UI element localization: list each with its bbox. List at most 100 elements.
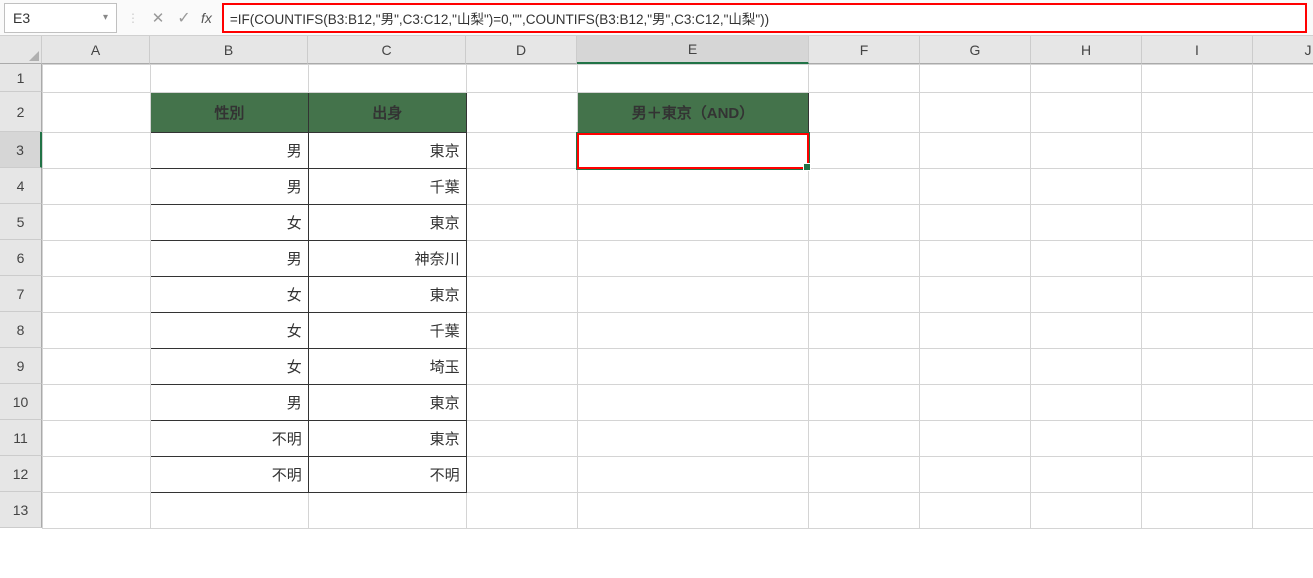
enter-button[interactable]: ✓: [171, 4, 197, 32]
cell[interactable]: [577, 313, 809, 349]
cell[interactable]: [1253, 421, 1313, 457]
cell[interactable]: [1031, 169, 1142, 205]
cell[interactable]: [577, 169, 809, 205]
cell[interactable]: [577, 385, 809, 421]
cell[interactable]: [1031, 65, 1142, 93]
cell[interactable]: [920, 93, 1031, 133]
row-header[interactable]: 11: [0, 420, 42, 456]
col-header[interactable]: C: [308, 36, 466, 64]
cell[interactable]: [809, 65, 920, 93]
cell[interactable]: [466, 493, 577, 529]
cell[interactable]: [43, 205, 151, 241]
cell[interactable]: [43, 241, 151, 277]
name-box[interactable]: E3 ▾: [4, 3, 117, 33]
cell[interactable]: [809, 385, 920, 421]
cell[interactable]: [577, 205, 809, 241]
col-header[interactable]: J: [1253, 36, 1313, 64]
cell[interactable]: [1031, 93, 1142, 133]
col-header[interactable]: A: [42, 36, 150, 64]
cell[interactable]: [1253, 349, 1313, 385]
cell-sex[interactable]: 男: [150, 133, 308, 169]
cell[interactable]: [466, 313, 577, 349]
cell[interactable]: [1031, 385, 1142, 421]
cell[interactable]: [1253, 241, 1313, 277]
cell-sex[interactable]: 男: [150, 385, 308, 421]
cell[interactable]: [1142, 65, 1253, 93]
cell[interactable]: [1253, 65, 1313, 93]
cell[interactable]: [920, 241, 1031, 277]
cell[interactable]: [1031, 241, 1142, 277]
cell-sex[interactable]: 不明: [150, 421, 308, 457]
row-header[interactable]: 12: [0, 456, 42, 492]
col-header[interactable]: E: [577, 36, 809, 64]
cell[interactable]: [1142, 457, 1253, 493]
cell[interactable]: [1031, 205, 1142, 241]
cell[interactable]: [577, 241, 809, 277]
cell[interactable]: [920, 205, 1031, 241]
row-header[interactable]: 6: [0, 240, 42, 276]
cell[interactable]: [43, 349, 151, 385]
cell[interactable]: [1253, 457, 1313, 493]
cell-origin[interactable]: 不明: [308, 457, 466, 493]
cell[interactable]: [43, 493, 151, 529]
row-header[interactable]: 10: [0, 384, 42, 420]
col-header[interactable]: F: [809, 36, 920, 64]
cell-sex[interactable]: 女: [150, 313, 308, 349]
table-header-sex[interactable]: 性別: [150, 93, 308, 133]
cell[interactable]: [1031, 313, 1142, 349]
cell[interactable]: [809, 205, 920, 241]
fx-icon[interactable]: fx: [197, 10, 222, 26]
cell[interactable]: [150, 493, 308, 529]
cell[interactable]: [809, 169, 920, 205]
cell[interactable]: [1253, 277, 1313, 313]
cell[interactable]: [809, 277, 920, 313]
cell[interactable]: [1253, 205, 1313, 241]
cell[interactable]: [920, 277, 1031, 313]
cell-origin[interactable]: 東京: [308, 385, 466, 421]
cell-sex[interactable]: 男: [150, 169, 308, 205]
cell[interactable]: [809, 457, 920, 493]
cancel-button[interactable]: ✕: [145, 4, 171, 32]
select-all-corner[interactable]: [0, 36, 42, 64]
cell-origin[interactable]: 東京: [308, 205, 466, 241]
cell[interactable]: [809, 133, 920, 169]
cell-origin[interactable]: 千葉: [308, 313, 466, 349]
cell[interactable]: [1253, 169, 1313, 205]
cell[interactable]: [1142, 169, 1253, 205]
cell[interactable]: [466, 421, 577, 457]
cell[interactable]: [466, 93, 577, 133]
cell[interactable]: [466, 241, 577, 277]
cell[interactable]: [466, 133, 577, 169]
cell[interactable]: [43, 277, 151, 313]
selected-cell[interactable]: [577, 133, 809, 169]
cell[interactable]: [150, 65, 308, 93]
cell[interactable]: [809, 313, 920, 349]
cell[interactable]: [466, 65, 577, 93]
col-header[interactable]: B: [150, 36, 308, 64]
cell[interactable]: [43, 421, 151, 457]
cell[interactable]: [466, 169, 577, 205]
formula-input[interactable]: =IF(COUNTIFS(B3:B12,"男",C3:C12,"山梨")=0,"…: [222, 3, 1307, 33]
cell[interactable]: [43, 313, 151, 349]
name-box-dropdown-icon[interactable]: ▾: [103, 12, 108, 23]
cell[interactable]: [920, 313, 1031, 349]
row-header[interactable]: 1: [0, 64, 42, 92]
cell[interactable]: [43, 385, 151, 421]
cell-sex[interactable]: 女: [150, 349, 308, 385]
cell[interactable]: [1142, 241, 1253, 277]
row-header[interactable]: 7: [0, 276, 42, 312]
table-header-origin[interactable]: 出身: [308, 93, 466, 133]
row-header[interactable]: 9: [0, 348, 42, 384]
cell-origin[interactable]: 神奈川: [308, 241, 466, 277]
cell[interactable]: [308, 493, 466, 529]
cell[interactable]: [1253, 133, 1313, 169]
cell[interactable]: [1253, 313, 1313, 349]
col-header[interactable]: G: [920, 36, 1031, 64]
cell[interactable]: [577, 457, 809, 493]
cell[interactable]: [1253, 93, 1313, 133]
cell[interactable]: [466, 277, 577, 313]
cell[interactable]: [809, 349, 920, 385]
cell[interactable]: [1253, 493, 1313, 529]
cell[interactable]: [43, 93, 151, 133]
cell[interactable]: [577, 421, 809, 457]
